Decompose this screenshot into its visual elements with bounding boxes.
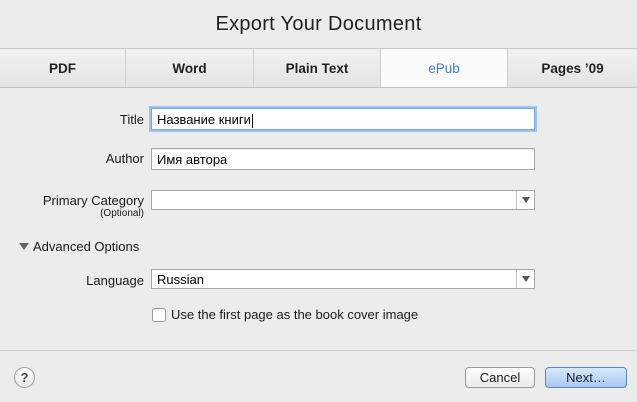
- footer-divider: [0, 350, 637, 351]
- optional-sublabel: (Optional): [100, 208, 144, 219]
- next-button[interactable]: Next…: [545, 367, 627, 388]
- cover-image-checkbox-label: Use the first page as the book cover ima…: [171, 307, 419, 322]
- help-icon[interactable]: ?: [14, 367, 35, 388]
- author-field[interactable]: Имя автора: [151, 148, 535, 170]
- primary-category-label: Primary Category: [42, 193, 144, 208]
- tab-pdf[interactable]: PDF: [0, 49, 126, 87]
- author-field-value: Имя автора: [157, 152, 228, 167]
- cancel-button[interactable]: Cancel: [465, 367, 535, 388]
- advanced-options-toggle[interactable]: Advanced Options: [19, 239, 139, 254]
- tab-plain-text[interactable]: Plain Text: [254, 49, 381, 87]
- advanced-options-label: Advanced Options: [33, 239, 140, 254]
- language-value: Russian: [157, 272, 204, 287]
- disclosure-triangle-icon: [19, 243, 29, 250]
- title-field-value: Название книги: [157, 112, 251, 127]
- dialog-title: Export Your Document: [0, 0, 637, 48]
- chevron-down-icon: [516, 270, 534, 288]
- language-select[interactable]: Russian: [151, 269, 535, 289]
- cover-image-option[interactable]: Use the first page as the book cover ima…: [152, 307, 418, 322]
- title-label: Title: [119, 112, 144, 127]
- format-tab-bar: PDF Word Plain Text ePub Pages ’09: [0, 48, 637, 88]
- primary-category-select[interactable]: [151, 190, 535, 210]
- tab-epub[interactable]: ePub: [381, 49, 508, 87]
- chevron-down-icon: [516, 191, 534, 209]
- author-label: Author: [105, 151, 144, 166]
- cover-image-checkbox[interactable]: [152, 307, 166, 322]
- title-field[interactable]: Название книги: [151, 108, 535, 130]
- text-cursor: [251, 113, 253, 128]
- tab-pages-09[interactable]: Pages ’09: [508, 49, 637, 87]
- language-label: Language: [86, 273, 144, 288]
- tab-word[interactable]: Word: [126, 49, 254, 87]
